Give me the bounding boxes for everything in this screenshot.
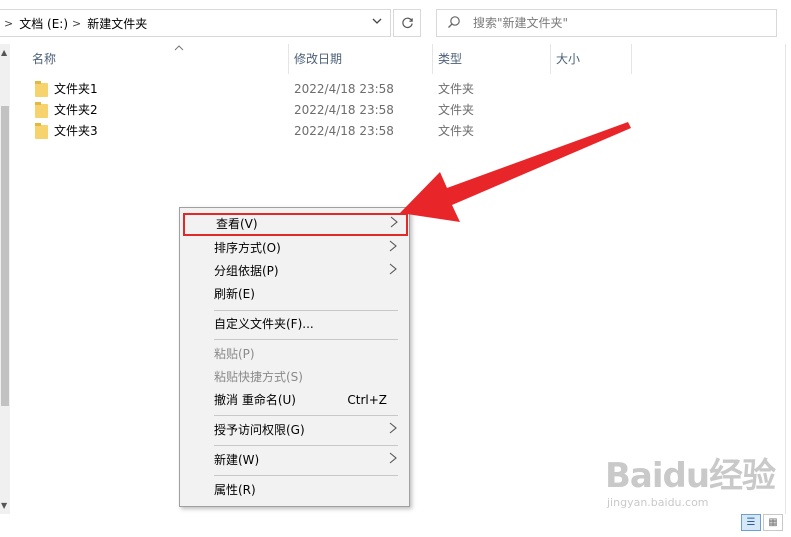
search-input[interactable]	[471, 15, 755, 31]
context-menu: 查看(V) 排序方式(O) 分组依据(P) 刷新(E) 自定义文件夹(F)...…	[179, 207, 410, 507]
menu-item-customize-folder[interactable]: 自定义文件夹(F)...	[186, 313, 405, 336]
menu-separator	[214, 310, 398, 311]
search-box[interactable]	[436, 9, 777, 37]
refresh-button[interactable]	[393, 9, 421, 37]
menu-separator	[214, 415, 398, 416]
menu-shortcut: Ctrl+Z	[347, 393, 387, 407]
menu-item-label: 排序方式(O)	[214, 241, 281, 255]
menu-item-group[interactable]: 分组依据(P)	[186, 260, 405, 283]
file-date: 2022/4/18 23:58	[294, 124, 394, 138]
scroll-down-icon[interactable]: ▼	[1, 501, 7, 510]
file-date: 2022/4/18 23:58	[294, 82, 394, 96]
scrollbar-thumb[interactable]	[1, 106, 9, 406]
submenu-arrow-icon	[389, 419, 397, 442]
menu-item-label: 查看(V)	[216, 217, 258, 231]
menu-item-grant-access[interactable]: 授予访问权限(G)	[186, 419, 405, 442]
menu-item-refresh[interactable]: 刷新(E)	[186, 283, 405, 306]
column-header: 名称 修改日期 类型 大小	[22, 44, 632, 74]
folder-icon	[35, 123, 48, 139]
menu-item-label: 属性(R)	[214, 483, 256, 497]
menu-item-label: 撤消 重命名(U)	[214, 393, 296, 407]
folder-icon	[35, 81, 48, 97]
scroll-up-icon[interactable]: ▲	[1, 48, 7, 57]
menu-item-undo-rename[interactable]: 撤消 重命名(U) Ctrl+Z	[186, 389, 405, 412]
large-icons-view-icon[interactable]: ▦	[763, 514, 783, 531]
menu-item-label: 自定义文件夹(F)...	[214, 317, 314, 331]
submenu-arrow-icon	[389, 260, 397, 283]
file-name: 文件夹3	[54, 124, 98, 138]
refresh-icon	[401, 17, 413, 28]
breadcrumb-drive[interactable]: 文档 (E:)	[19, 15, 68, 32]
breadcrumb-folder[interactable]: 新建文件夹	[87, 15, 147, 32]
table-row[interactable]: 文件夹3 2022/4/18 23:58 文件夹	[32, 121, 572, 142]
table-row[interactable]: 文件夹2 2022/4/18 23:58 文件夹	[32, 100, 572, 121]
menu-item-paste-shortcut[interactable]: 粘贴快捷方式(S)	[186, 366, 405, 389]
menu-item-view[interactable]: 查看(V)	[183, 213, 408, 236]
menu-item-label: 授予访问权限(G)	[214, 423, 305, 437]
column-divider[interactable]	[631, 44, 632, 74]
column-date[interactable]: 修改日期	[284, 44, 424, 74]
watermark-url: jingyan.baidu.com	[607, 496, 709, 509]
nav-pane-scrollbar[interactable]: ▲ ▼	[0, 44, 10, 514]
menu-item-label: 新建(W)	[214, 453, 260, 467]
column-size[interactable]: 大小	[546, 44, 626, 74]
file-name: 文件夹1	[54, 82, 98, 96]
file-date: 2022/4/18 23:58	[294, 103, 394, 117]
submenu-arrow-icon	[390, 215, 398, 234]
address-bar[interactable]: > 文档 (E:) > 新建文件夹	[0, 9, 391, 37]
sort-ascending-icon	[174, 44, 184, 55]
table-row[interactable]: 文件夹1 2022/4/18 23:58 文件夹	[32, 79, 572, 100]
menu-separator	[214, 445, 398, 446]
file-type: 文件夹	[438, 82, 475, 96]
column-type[interactable]: 类型	[428, 44, 538, 74]
watermark-logo: Baidu经验	[605, 456, 776, 496]
menu-item-label: 分组依据(P)	[214, 264, 279, 278]
column-name[interactable]: 名称	[22, 44, 277, 74]
menu-item-label: 粘贴快捷方式(S)	[214, 370, 303, 384]
submenu-arrow-icon	[389, 237, 397, 260]
chevron-down-icon[interactable]	[372, 16, 382, 29]
menu-separator	[214, 339, 398, 340]
menu-item-sort[interactable]: 排序方式(O)	[186, 237, 405, 260]
chevron-right-icon[interactable]: >	[4, 17, 13, 30]
right-edge-divider	[785, 44, 786, 514]
menu-item-label: 粘贴(P)	[214, 347, 255, 361]
folder-icon	[35, 102, 48, 118]
menu-item-paste[interactable]: 粘贴(P)	[186, 343, 405, 366]
details-view-icon[interactable]: ☰	[741, 514, 761, 531]
file-type: 文件夹	[438, 124, 475, 138]
baidu-watermark: Baidu经验 jingyan.baidu.com	[605, 448, 776, 509]
submenu-arrow-icon	[389, 449, 397, 472]
menu-separator	[214, 475, 398, 476]
file-type: 文件夹	[438, 103, 475, 117]
file-name: 文件夹2	[54, 103, 98, 117]
menu-item-properties[interactable]: 属性(R)	[186, 479, 405, 502]
menu-item-label: 刷新(E)	[214, 287, 255, 301]
search-icon	[447, 15, 461, 32]
menu-item-new[interactable]: 新建(W)	[186, 449, 405, 472]
view-toggle: ☰ ▦	[741, 514, 783, 532]
breadcrumb-separator-icon[interactable]: >	[72, 17, 81, 30]
